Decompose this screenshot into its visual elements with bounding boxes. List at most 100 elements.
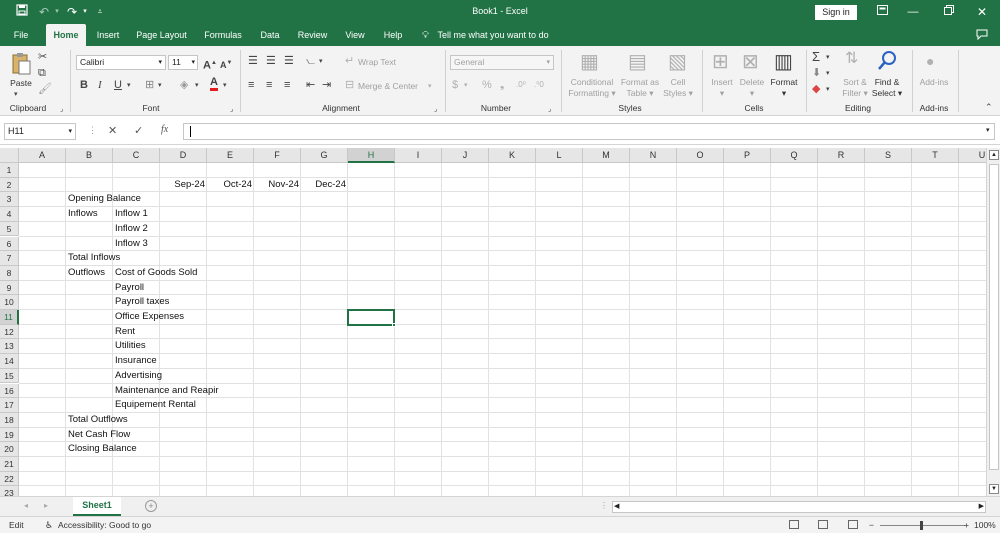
bold-icon[interactable]: B — [80, 78, 88, 92]
expand-formula-bar-icon[interactable]: ▾ — [986, 126, 990, 134]
restore-icon[interactable] — [939, 3, 959, 21]
column-header-p[interactable]: P — [724, 148, 771, 163]
cell-c14[interactable]: Insurance — [113, 354, 157, 369]
borders-icon[interactable]: ⊞ — [145, 78, 154, 92]
row-header-23[interactable]: 23 — [0, 486, 19, 496]
column-header-m[interactable]: M — [583, 148, 630, 163]
page-layout-view-icon[interactable] — [818, 520, 828, 529]
cell-f2[interactable]: Nov-24 — [254, 178, 301, 193]
cell-c10[interactable]: Payroll taxes — [113, 295, 169, 310]
conditional-formatting-icon[interactable]: ▦ — [580, 50, 599, 74]
paste-label[interactable]: Paste — [6, 78, 36, 89]
row-header-12[interactable]: 12 — [0, 324, 19, 340]
align-bottom-icon[interactable]: ☰ — [284, 54, 294, 68]
row-header-7[interactable]: 7 — [0, 251, 19, 266]
ribbon-display-options-icon[interactable] — [872, 3, 892, 21]
zoom-slider[interactable] — [880, 521, 965, 530]
align-top-icon[interactable]: ☰ — [248, 54, 258, 68]
row-header-15[interactable]: 15 — [0, 368, 19, 384]
merge-center-label[interactable]: Merge & Center — [358, 81, 418, 92]
cell-b7[interactable]: Total Inflows — [66, 251, 120, 266]
column-header-u[interactable]: U — [959, 148, 986, 163]
autosum-dropdown-icon[interactable]: ▾ — [826, 51, 830, 65]
merge-dropdown-icon[interactable]: ▾ — [428, 80, 432, 94]
comments-icon[interactable] — [972, 24, 992, 46]
fill-color-dropdown-icon[interactable]: ▾ — [195, 79, 199, 93]
find-select-label[interactable]: Find & Select ▾ — [868, 77, 906, 99]
scroll-left-icon[interactable]: ◀ — [614, 502, 619, 510]
scroll-down-icon[interactable]: ▼ — [989, 484, 999, 494]
scroll-up-icon[interactable]: ▲ — [989, 150, 999, 160]
add-ins-button-label[interactable]: Add-ins — [914, 77, 954, 88]
find-select-icon[interactable] — [876, 50, 898, 76]
sheet-tab-sheet1[interactable]: Sheet1 — [73, 497, 121, 516]
row-header-6[interactable]: 6 — [0, 236, 19, 252]
zoom-slider-thumb[interactable] — [920, 521, 923, 530]
accessibility-status[interactable]: Accessibility: Good to go — [58, 517, 151, 533]
normal-view-icon[interactable] — [789, 520, 799, 529]
row-header-3[interactable]: 3 — [0, 192, 19, 208]
tab-page-layout[interactable]: Page Layout — [133, 24, 190, 46]
sort-filter-label[interactable]: Sort & Filter ▾ — [838, 77, 872, 99]
close-icon[interactable]: ✕ — [972, 3, 992, 21]
cell-b4[interactable]: Inflows — [66, 207, 98, 222]
align-right-icon[interactable]: ≡ — [284, 78, 290, 92]
tab-file[interactable]: File — [6, 24, 36, 46]
add-ins-icon[interactable]: ● — [926, 54, 934, 68]
font-launcher-icon[interactable]: ⌟ — [230, 103, 233, 117]
decrease-decimal-icon[interactable]: .⁰0 — [534, 78, 544, 92]
vertical-scroll-thumb[interactable] — [989, 164, 999, 470]
column-header-s[interactable]: S — [865, 148, 912, 163]
column-header-k[interactable]: K — [489, 148, 536, 163]
column-header-j[interactable]: J — [442, 148, 489, 163]
italic-icon[interactable]: I — [98, 78, 102, 92]
comma-style-icon[interactable]: ❟ — [500, 78, 504, 92]
row-header-13[interactable]: 13 — [0, 339, 19, 355]
cell-b8[interactable]: Outflows — [66, 266, 105, 281]
insert-function-icon[interactable]: fx — [161, 124, 168, 135]
row-header-22[interactable]: 22 — [0, 471, 19, 487]
row-header-8[interactable]: 8 — [0, 265, 19, 281]
collapse-ribbon-icon[interactable]: ⌃ — [985, 100, 993, 114]
clipboard-launcher-icon[interactable]: ⌟ — [60, 103, 63, 117]
row-header-19[interactable]: 19 — [0, 427, 19, 443]
cell-c13[interactable]: Utilities — [113, 339, 146, 354]
font-color-dropdown-icon[interactable]: ▾ — [223, 79, 227, 93]
align-center-icon[interactable]: ≡ — [266, 78, 272, 92]
row-header-17[interactable]: 17 — [0, 398, 19, 413]
decrease-font-size-icon[interactable]: A▼ — [220, 56, 232, 72]
tab-help[interactable]: Help — [379, 24, 407, 46]
insert-cells-icon[interactable]: ⊞ — [712, 50, 729, 74]
sign-in-button[interactable]: Sign in — [815, 5, 857, 20]
underline-dropdown-icon[interactable]: ▾ — [127, 79, 131, 93]
prev-sheet-icon[interactable]: ◂ — [24, 501, 28, 510]
align-left-icon[interactable]: ≡ — [248, 78, 254, 92]
clear-icon[interactable]: ◆ — [812, 82, 820, 96]
horizontal-scrollbar[interactable]: ◀ ▶ — [612, 501, 986, 513]
row-header-9[interactable]: 9 — [0, 280, 19, 296]
tell-me-search[interactable]: 💡︎ Tell me what you want to do — [422, 24, 549, 46]
new-sheet-icon[interactable]: + — [145, 500, 157, 512]
format-cells-label[interactable]: Format ▾ — [766, 77, 802, 99]
row-header-18[interactable]: 18 — [0, 412, 19, 428]
cell-c4[interactable]: Inflow 1 — [113, 207, 148, 222]
delete-cells-icon[interactable]: ⊠ — [742, 50, 759, 74]
fill-color-icon[interactable]: ◈ — [180, 78, 188, 92]
conditional-formatting-label[interactable]: Conditional Formatting ▾ — [564, 77, 620, 99]
increase-indent-icon[interactable]: ⇥ — [322, 78, 331, 92]
zoom-in-icon[interactable]: + — [964, 517, 969, 533]
column-header-n[interactable]: N — [630, 148, 677, 163]
insert-cells-label[interactable]: Insert ▾ — [706, 77, 738, 99]
formula-input[interactable] — [183, 123, 995, 140]
orientation-dropdown-icon[interactable]: ▾ — [319, 55, 323, 69]
font-color-icon[interactable]: A — [210, 76, 218, 91]
accessibility-icon[interactable]: ♿︎ — [45, 517, 53, 533]
delete-cells-label[interactable]: Delete ▾ — [736, 77, 768, 99]
minimize-icon[interactable]: — — [903, 3, 923, 21]
column-header-a[interactable]: A — [19, 148, 66, 163]
paste-dropdown-icon[interactable]: ▾ — [14, 88, 18, 102]
row-header-14[interactable]: 14 — [0, 354, 19, 369]
tab-insert[interactable]: Insert — [92, 24, 124, 46]
merge-center-icon[interactable]: ⊟ — [345, 78, 354, 92]
cell-c12[interactable]: Rent — [113, 325, 135, 340]
